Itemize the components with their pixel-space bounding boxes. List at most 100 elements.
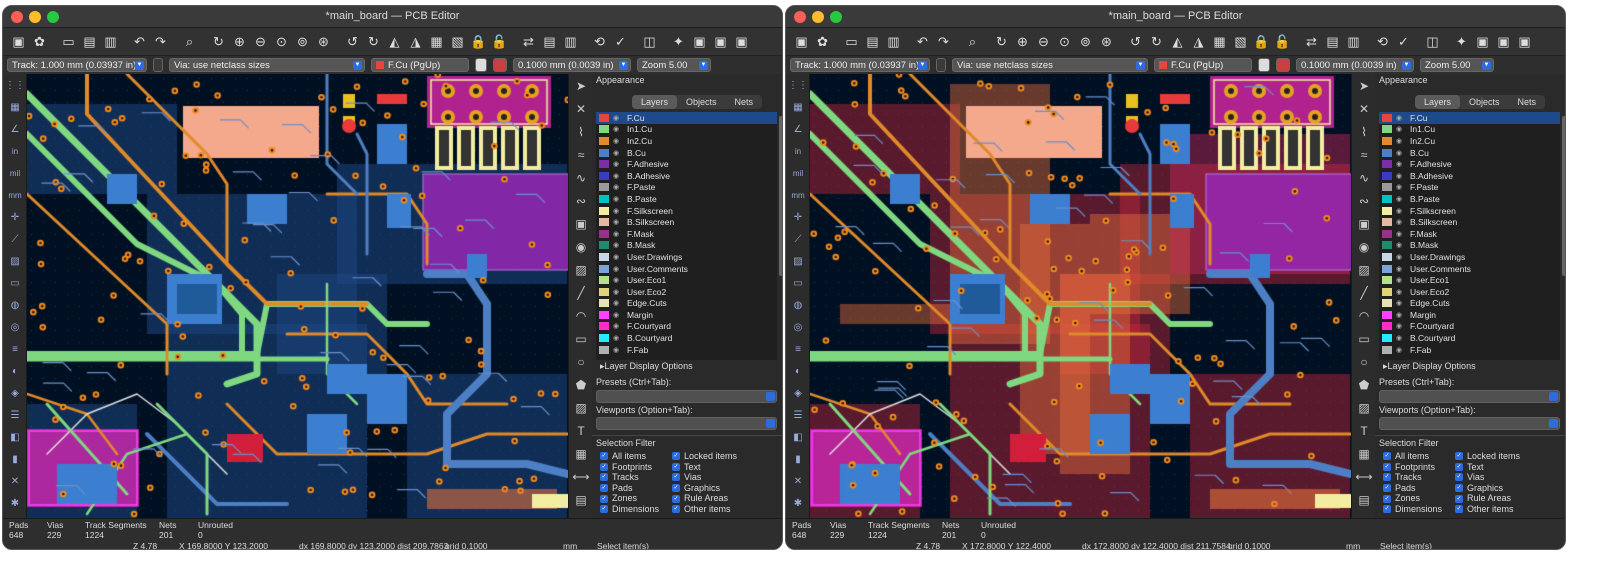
layer-row-user-comments[interactable]: ◉ User.Comments [596, 263, 777, 275]
filter-all-items[interactable]: ✓ All items [600, 451, 659, 462]
zoom-selection-icon[interactable]: ⊛ [314, 32, 333, 51]
layer-row-b-mask[interactable]: ◉ B.Mask [1379, 240, 1560, 252]
eye-icon[interactable]: ◉ [613, 172, 621, 180]
draw-arc-icon[interactable]: ◠ [570, 305, 592, 327]
layer-display-options[interactable]: ▸Layer Display Options [600, 361, 693, 372]
checkbox[interactable]: ✓ [600, 462, 608, 471]
draw-arc-icon[interactable]: ◠ [1353, 305, 1375, 327]
layer-row-b-cu[interactable]: ◉ B.Cu [1379, 147, 1560, 159]
layer-color-swatch[interactable] [599, 241, 609, 250]
highcontrast-icon[interactable]: ◐ [4, 361, 26, 382]
local-ratsnest-icon[interactable]: ✕ [570, 98, 592, 120]
select-arrow-icon[interactable]: ➤ [570, 75, 592, 97]
layer-row-user-eco2[interactable]: ◉ User.Eco2 [1379, 286, 1560, 298]
layer-row-f-mask[interactable]: ◉ F.Mask [596, 228, 777, 240]
eye-icon[interactable]: ◉ [1396, 265, 1404, 273]
layer-color-swatch[interactable] [1382, 334, 1392, 343]
eye-icon[interactable]: ◉ [1396, 114, 1404, 122]
grid-overlay-icon[interactable]: ▦ [4, 97, 26, 118]
eye-icon[interactable]: ◉ [1396, 172, 1404, 180]
checkbox[interactable]: ✓ [672, 473, 680, 482]
local-ratsnest-icon[interactable]: ✕ [1353, 98, 1375, 120]
x-icon[interactable]: ✕ [787, 471, 809, 492]
filter-vias[interactable]: ✓ Vias [1455, 472, 1520, 483]
active-layer-select[interactable]: F.Cu (PgUp) [371, 58, 469, 72]
checkbox[interactable]: ✓ [672, 484, 680, 493]
checkbox[interactable]: ✓ [672, 494, 680, 503]
zoom-objects-icon[interactable]: ⊚ [1076, 32, 1095, 51]
cursor-full-icon[interactable]: ✛ [4, 207, 26, 228]
layer-color-swatch[interactable] [599, 125, 609, 134]
eye-icon[interactable]: ◉ [1396, 276, 1404, 284]
appearance-toggle-icon[interactable]: ◧ [787, 427, 809, 448]
layer-row-b-adhesive[interactable]: ◉ B.Adhesive [596, 170, 777, 182]
filter-vias[interactable]: ✓ Vias [672, 472, 737, 483]
eye-icon[interactable]: ◉ [613, 253, 621, 261]
add-via-icon[interactable]: ◉ [570, 236, 592, 258]
eye-icon[interactable]: ◉ [1396, 183, 1404, 191]
filter-zones[interactable]: ✓ Zones [600, 493, 659, 504]
group-icon[interactable]: ▦ [1210, 32, 1229, 51]
layer-color-swatch[interactable] [599, 299, 609, 308]
polar-coords-icon[interactable]: ∠ [787, 119, 809, 140]
layer-color-swatch[interactable] [1382, 264, 1392, 273]
tool-icon[interactable]: ✱ [4, 493, 26, 514]
layers-manager-icon[interactable]: ☰ [787, 405, 809, 426]
checkbox[interactable]: ✓ [1383, 462, 1391, 471]
eye-icon[interactable]: ◉ [1396, 125, 1404, 133]
layer-row-b-cu[interactable]: ◉ B.Cu [596, 147, 777, 159]
draw-line-icon[interactable]: ╱ [1353, 282, 1375, 304]
filter-dimensions[interactable]: ✓ Dimensions [600, 504, 659, 515]
plugin-icon[interactable]: ▣ [690, 32, 709, 51]
layer-row-b-courtyard[interactable]: ◉ B.Courtyard [1379, 332, 1560, 344]
filter-graphics[interactable]: ✓ Graphics [1455, 483, 1520, 494]
eye-icon[interactable]: ◉ [1396, 311, 1404, 319]
refresh-icon[interactable]: ↻ [209, 32, 228, 51]
undo-icon[interactable]: ↶ [913, 32, 932, 51]
layer-color-swatch[interactable] [1382, 171, 1392, 180]
grid-dots-icon[interactable]: ⋮⋮ [4, 75, 26, 96]
layer-color-swatch[interactable] [1382, 206, 1392, 215]
zoom-objects-icon[interactable]: ⊚ [293, 32, 312, 51]
checkbox[interactable]: ✓ [600, 473, 608, 482]
x-icon[interactable]: ✕ [4, 471, 26, 492]
eye-icon[interactable]: ◉ [1396, 288, 1404, 296]
checkbox[interactable]: ✓ [672, 452, 680, 461]
eye-icon[interactable]: ◉ [1396, 149, 1404, 157]
layer-color-swatch[interactable] [599, 264, 609, 273]
layer-row-b-adhesive[interactable]: ◉ B.Adhesive [1379, 170, 1560, 182]
zoom-fit-icon[interactable]: ⊙ [1055, 32, 1074, 51]
zone-outline-icon[interactable]: ▭ [4, 273, 26, 294]
layer-color-swatch[interactable] [1382, 125, 1392, 134]
unlock-icon[interactable]: 🔓 [490, 32, 509, 51]
schematic-icon[interactable]: ◫ [1423, 32, 1442, 51]
layer-color-swatch[interactable] [1382, 136, 1392, 145]
layer-color-swatch[interactable] [599, 310, 609, 319]
checkbox[interactable]: ✓ [1455, 494, 1463, 503]
checkbox[interactable]: ✓ [600, 452, 608, 461]
draw-polygon-icon[interactable]: ⬟ [1353, 374, 1375, 396]
add-textbox-icon[interactable]: ▤ [1353, 489, 1375, 511]
lock-icon[interactable]: 🔒 [469, 32, 488, 51]
layer-color-swatch[interactable] [599, 276, 609, 285]
eye-icon[interactable]: ◉ [613, 114, 621, 122]
layer-display-options[interactable]: ▸Layer Display Options [1383, 361, 1476, 372]
zone-outline-icon[interactable]: ▭ [787, 273, 809, 294]
zone-fill-icon[interactable]: ▨ [4, 251, 26, 272]
save-icon[interactable]: ▣ [792, 32, 811, 51]
tune-length-icon[interactable]: ∿ [570, 167, 592, 189]
filter-text[interactable]: ✓ Text [1455, 462, 1520, 473]
layer-color-swatch[interactable] [1382, 287, 1392, 296]
pads-sketch-icon[interactable]: ◍ [787, 295, 809, 316]
layer-color-swatch[interactable] [599, 287, 609, 296]
update-pcb-icon[interactable]: ⟲ [590, 32, 609, 51]
lock-icon[interactable]: 🔒 [1252, 32, 1271, 51]
pads-sketch-icon[interactable]: ◍ [4, 295, 26, 316]
layer-row-f-fab[interactable]: ◉ F.Fab [1379, 344, 1560, 356]
zoom-selection-icon[interactable]: ⊛ [1097, 32, 1116, 51]
route-track-icon[interactable]: ⌇ [570, 121, 592, 143]
checkbox[interactable]: ✓ [600, 484, 608, 493]
layer-color-swatch[interactable] [599, 229, 609, 238]
layer-row-b-mask[interactable]: ◉ B.Mask [596, 240, 777, 252]
layer-color-swatch[interactable] [1382, 299, 1392, 308]
